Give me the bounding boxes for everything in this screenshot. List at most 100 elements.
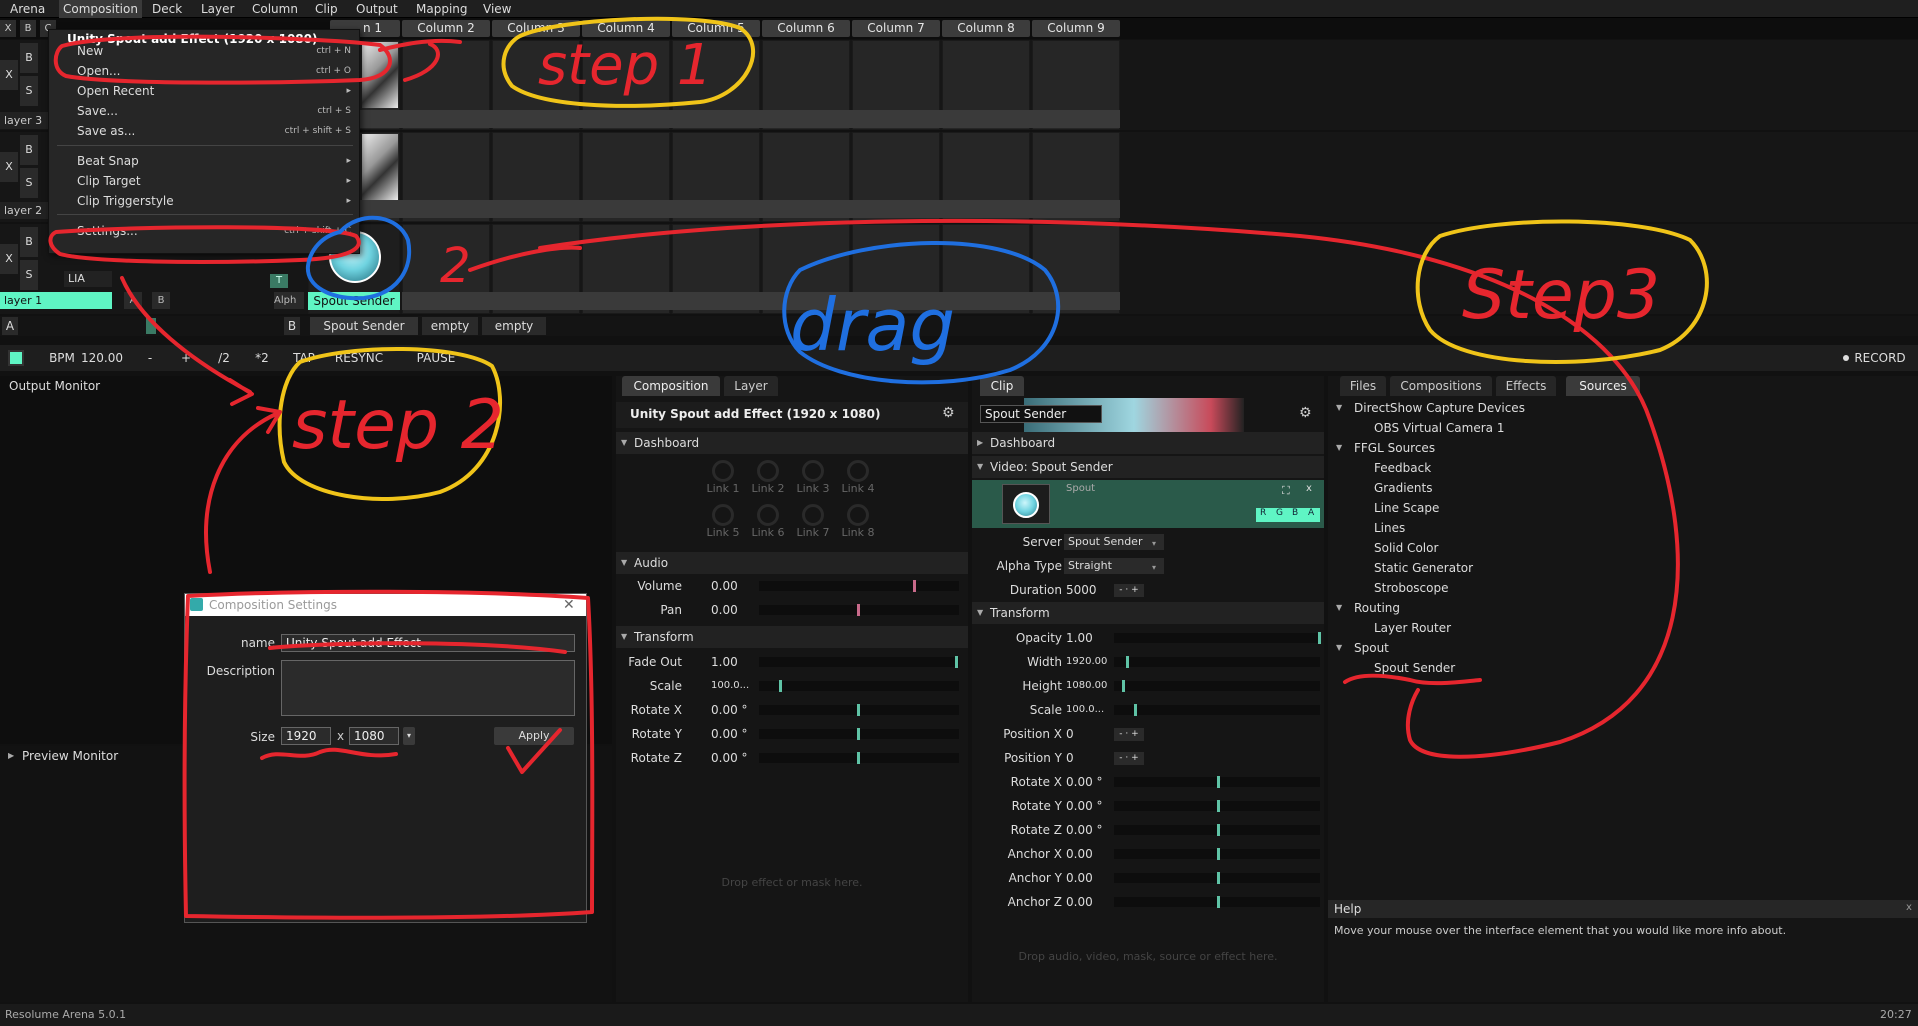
clip-scale-value[interactable]: 100.0... (1066, 700, 1104, 720)
fade-out-slider[interactable] (759, 656, 959, 668)
layer-3-bypass-button[interactable]: B (20, 43, 38, 73)
layer-1-solo-button[interactable]: S (20, 260, 38, 290)
close-icon[interactable]: ✕ (563, 594, 575, 616)
fade-out-value[interactable]: 1.00 (711, 652, 738, 672)
clip-opacity-slider[interactable] (1114, 632, 1321, 644)
clip-rotate-x-slider[interactable] (1114, 776, 1320, 788)
pause-button[interactable]: PAUSE (416, 345, 456, 371)
layer-1-transition-button[interactable]: T (270, 274, 288, 288)
name-input[interactable]: Unity Spout add Effect (281, 634, 575, 652)
stepper-minus[interactable]: - (1119, 753, 1122, 763)
volume-slider[interactable] (759, 580, 959, 592)
clip-opacity-value[interactable]: 1.00 (1066, 628, 1093, 648)
menu-item-beat-snap[interactable]: Beat Snap ▸ (49, 151, 359, 171)
server-select[interactable]: Spout Sender (1064, 534, 1164, 550)
column-2-header[interactable]: Column 2 (402, 20, 490, 37)
menu-mapping[interactable]: Mapping (412, 0, 472, 18)
tree-item[interactable]: Spout Sender (1374, 658, 1455, 678)
clear-all-button[interactable]: X (0, 20, 16, 37)
menu-arena[interactable]: Arena (6, 0, 49, 18)
tab-composition[interactable]: Composition (622, 376, 720, 396)
tree-item[interactable]: Feedback (1374, 458, 1431, 478)
r-channel-toggle[interactable]: R (1260, 508, 1266, 518)
column-7-header[interactable]: Column 7 (852, 20, 940, 37)
slider-handle[interactable] (857, 752, 860, 764)
clip-rotate-z-slider[interactable] (1114, 824, 1320, 836)
clip-position-y-value[interactable]: 0 (1066, 748, 1074, 768)
slider-handle[interactable] (1217, 872, 1220, 884)
crossfader-handle[interactable] (146, 318, 156, 334)
resync-button[interactable]: RESYNC (330, 345, 388, 371)
slider-handle[interactable] (857, 704, 860, 716)
layer-1-b-button[interactable]: B (152, 292, 170, 309)
menu-clip[interactable]: Clip (311, 0, 342, 18)
tree-item[interactable]: Stroboscope (1374, 578, 1448, 598)
menu-output[interactable]: Output (352, 0, 402, 18)
description-textarea[interactable] (281, 660, 575, 716)
link-2-knob[interactable] (757, 460, 779, 482)
menu-column[interactable]: Column (248, 0, 302, 18)
link-7-knob[interactable] (802, 504, 824, 526)
slider-handle[interactable] (1134, 704, 1137, 716)
height-input[interactable]: 1080 (349, 727, 399, 745)
stepper-plus[interactable]: + (1131, 585, 1139, 595)
menu-item-save[interactable]: Save... ctrl + S (49, 101, 359, 121)
clip-height-value[interactable]: 1080.00 (1066, 676, 1107, 696)
slider-handle[interactable] (1126, 656, 1129, 668)
dashboard-section[interactable]: Dashboard (616, 432, 968, 454)
clip-width-value[interactable]: 1920.00 (1066, 652, 1107, 672)
menu-view[interactable]: View (479, 0, 515, 18)
size-preset-dropdown[interactable]: ▾ (403, 727, 415, 745)
expand-triangle-icon[interactable]: ▼ (1336, 398, 1342, 418)
rotate-z-slider[interactable] (759, 752, 959, 764)
menu-item-open-recent[interactable]: Open Recent ▸ (49, 81, 359, 101)
clip-transform-section[interactable]: Transform (972, 602, 1324, 624)
help-close-button[interactable]: x (1906, 902, 1912, 913)
column-4-header[interactable]: Column 4 (582, 20, 670, 37)
column-9-header[interactable]: Column 9 (1032, 20, 1120, 37)
expand-triangle-icon[interactable]: ▼ (1336, 598, 1342, 618)
tree-group[interactable]: ▼ Routing (1336, 598, 1400, 618)
menu-item-clip-target[interactable]: Clip Target ▸ (49, 171, 359, 191)
clip-height-slider[interactable] (1114, 680, 1320, 692)
clip-rotate-y-value[interactable]: 0.00 ° (1066, 796, 1103, 816)
chevron-right-icon[interactable]: ▶ (8, 751, 14, 760)
clip-anchor-x-slider[interactable] (1114, 848, 1320, 860)
scale-slider[interactable] (759, 680, 959, 692)
clip-position-y-stepper[interactable]: - · + (1114, 752, 1144, 765)
preview-monitor-title[interactable]: Preview Monitor (22, 747, 118, 765)
active-clip-name[interactable]: Spout Sender (308, 292, 400, 310)
clip-rotate-y-slider[interactable] (1114, 800, 1320, 812)
layer-1-name[interactable]: layer 1 (0, 292, 112, 309)
rotate-x-value[interactable]: 0.00 ° (711, 700, 748, 720)
slider-handle[interactable] (857, 604, 860, 616)
clip-position-x-value[interactable]: 0 (1066, 724, 1074, 744)
clip-anchor-z-value[interactable]: 0.00 (1066, 892, 1093, 912)
record-button[interactable]: RECORD (1850, 345, 1910, 371)
rotate-z-value[interactable]: 0.00 ° (711, 748, 748, 768)
slider-handle[interactable] (1217, 896, 1220, 908)
deck-tab-empty[interactable]: empty (422, 317, 478, 335)
scale-value[interactable]: 100.0... (711, 676, 749, 696)
menu-item-settings[interactable]: Settings... ctrl + shift + C (49, 221, 359, 241)
clip-rotate-z-value[interactable]: 0.00 ° (1066, 820, 1103, 840)
link-5-knob[interactable] (712, 504, 734, 526)
tree-item[interactable]: Line Scape (1374, 498, 1439, 518)
column-6-header[interactable]: Column 6 (762, 20, 850, 37)
clip-scale-slider[interactable] (1114, 704, 1320, 716)
link-1-knob[interactable] (712, 460, 734, 482)
menu-item-open[interactable]: Open... ctrl + O (49, 61, 359, 81)
tree-item[interactable]: Layer Router (1374, 618, 1451, 638)
tab-effects[interactable]: Effects (1496, 376, 1556, 396)
column-5-header[interactable]: Column 5 (672, 20, 760, 37)
slider-handle[interactable] (1217, 776, 1220, 788)
column-3-header[interactable]: Column 3 (492, 20, 580, 37)
stepper-minus[interactable]: - (1119, 729, 1122, 739)
tab-files[interactable]: Files (1340, 376, 1386, 396)
expand-triangle-icon[interactable]: ▼ (1336, 438, 1342, 458)
bpm-double-button[interactable]: *2 (250, 345, 274, 371)
bypass-all-button[interactable]: B (20, 20, 36, 37)
bpm-value[interactable]: 120.00 (80, 345, 124, 371)
link-3-knob[interactable] (802, 460, 824, 482)
bpm-half-button[interactable]: /2 (212, 345, 236, 371)
